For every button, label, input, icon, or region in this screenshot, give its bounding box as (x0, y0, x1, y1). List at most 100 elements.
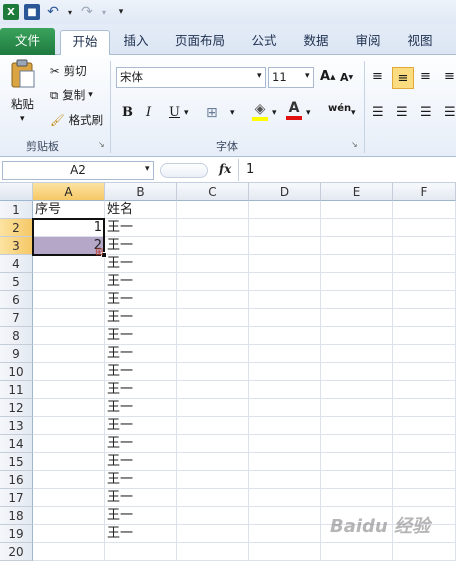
grid-cell[interactable] (33, 327, 105, 345)
col-header-d[interactable]: D (249, 183, 321, 201)
redo-dropdown-icon[interactable]: ▾ (100, 4, 108, 20)
excel-logo-icon[interactable]: X (3, 4, 19, 20)
decrease-indent-icon[interactable]: ☰ (444, 105, 456, 120)
grid-cell[interactable] (177, 219, 249, 237)
grid-cell[interactable] (177, 255, 249, 273)
grid-cell[interactable] (249, 327, 321, 345)
row-header[interactable]: 15 (0, 453, 33, 471)
grid-cell[interactable] (393, 381, 456, 399)
undo-icon[interactable]: ↶ (45, 4, 61, 20)
grid-cell[interactable] (33, 525, 105, 543)
grid-cell[interactable] (321, 399, 393, 417)
grid-cell[interactable] (393, 471, 456, 489)
tab-file[interactable]: 文件 (0, 28, 55, 55)
cut-button[interactable]: ✂ 剪切 (50, 63, 87, 79)
row-header[interactable]: 13 (0, 417, 33, 435)
grid-cell[interactable] (393, 273, 456, 291)
grid-cell[interactable] (249, 471, 321, 489)
grid-cell[interactable] (249, 237, 321, 255)
grid-cell[interactable] (33, 453, 105, 471)
cell-a1[interactable]: 序号 (33, 201, 105, 219)
grid-cell[interactable] (105, 543, 177, 561)
cell-b-name[interactable]: 王一 (105, 471, 177, 489)
grid-cell[interactable] (321, 327, 393, 345)
col-header-f[interactable]: F (393, 183, 456, 201)
row-header[interactable]: 9 (0, 345, 33, 363)
grid-cell[interactable] (321, 417, 393, 435)
grid-cell[interactable] (393, 255, 456, 273)
grid-cell[interactable] (249, 309, 321, 327)
grid-cell[interactable] (177, 327, 249, 345)
grid-cell[interactable] (177, 237, 249, 255)
grid-cell[interactable] (321, 291, 393, 309)
cell-b-name[interactable]: 王一 (105, 399, 177, 417)
grid-cell[interactable] (33, 399, 105, 417)
row-header[interactable]: 12 (0, 399, 33, 417)
cell-b-name[interactable]: 王一 (105, 327, 177, 345)
cell-b-name[interactable]: 王一 (105, 237, 177, 255)
grid-cell[interactable] (249, 507, 321, 525)
grid-cell[interactable] (33, 363, 105, 381)
name-box[interactable]: A2 (2, 161, 154, 180)
grid-cell[interactable] (249, 543, 321, 561)
grid-cell[interactable] (33, 417, 105, 435)
grid-cell[interactable] (321, 219, 393, 237)
row-header[interactable]: 2 (0, 219, 33, 237)
grid-cell[interactable] (393, 201, 456, 219)
phonetic-guide-icon[interactable]: wén (328, 103, 351, 114)
grid-cell[interactable] (321, 543, 393, 561)
cell-b-name[interactable]: 王一 (105, 525, 177, 543)
grid-cell[interactable] (393, 345, 456, 363)
grid-cell[interactable] (321, 273, 393, 291)
grid-cell[interactable] (33, 471, 105, 489)
grid-cell[interactable] (249, 363, 321, 381)
redo-icon[interactable]: ↷ (79, 4, 95, 20)
row-header[interactable]: 16 (0, 471, 33, 489)
row-header[interactable]: 19 (0, 525, 33, 543)
grid-cell[interactable] (177, 381, 249, 399)
grid-cell[interactable] (393, 309, 456, 327)
shrink-font-icon[interactable]: A ▼ (340, 71, 353, 84)
align-middle-icon[interactable]: ≡ (392, 67, 414, 89)
font-size-dropdown-icon[interactable]: ▾ (305, 71, 310, 81)
italic-button[interactable]: I (146, 105, 151, 120)
grid-cell[interactable] (177, 435, 249, 453)
paste-icon[interactable] (8, 59, 38, 91)
row-header[interactable]: 17 (0, 489, 33, 507)
cell-b-name[interactable]: 王一 (105, 345, 177, 363)
grid-cell[interactable] (249, 435, 321, 453)
font-color-dropdown-icon[interactable]: ▾ (306, 108, 311, 118)
grid-cell[interactable] (177, 543, 249, 561)
row-header[interactable]: 1 (0, 201, 33, 219)
grid-cell[interactable] (249, 417, 321, 435)
row-header[interactable]: 10 (0, 363, 33, 381)
orientation-icon[interactable]: ≡ (444, 69, 455, 84)
cell-b-name[interactable]: 王一 (105, 507, 177, 525)
grid-cell[interactable] (393, 543, 456, 561)
select-all-corner[interactable] (0, 183, 33, 201)
grid-cell[interactable] (393, 489, 456, 507)
phonetic-dropdown-icon[interactable]: ▾ (351, 108, 356, 118)
row-header[interactable]: 11 (0, 381, 33, 399)
cell-b-name[interactable]: 王一 (105, 489, 177, 507)
grid-cell[interactable] (321, 363, 393, 381)
grid-cell[interactable] (249, 201, 321, 219)
align-left-icon[interactable]: ☰ (372, 105, 384, 120)
insert-function-icon[interactable]: fx (219, 162, 231, 176)
grid-cell[interactable] (33, 345, 105, 363)
grid-cell[interactable] (177, 291, 249, 309)
col-header-e[interactable]: E (321, 183, 393, 201)
cell-b-name[interactable]: 王一 (105, 291, 177, 309)
grid-cell[interactable] (321, 309, 393, 327)
grid-cell[interactable] (321, 489, 393, 507)
paste-dropdown-icon[interactable]: ▾ (20, 114, 25, 124)
align-center-icon[interactable]: ☰ (396, 105, 408, 120)
grid-cell[interactable] (249, 345, 321, 363)
row-header[interactable]: 5 (0, 273, 33, 291)
formula-bar-splitter[interactable] (160, 163, 208, 178)
grid-cell[interactable] (33, 291, 105, 309)
tab-page-layout[interactable]: 页面布局 (170, 30, 230, 55)
cell-b-name[interactable]: 王一 (105, 435, 177, 453)
grid-cell[interactable] (321, 435, 393, 453)
cell-b-name[interactable]: 王一 (105, 453, 177, 471)
